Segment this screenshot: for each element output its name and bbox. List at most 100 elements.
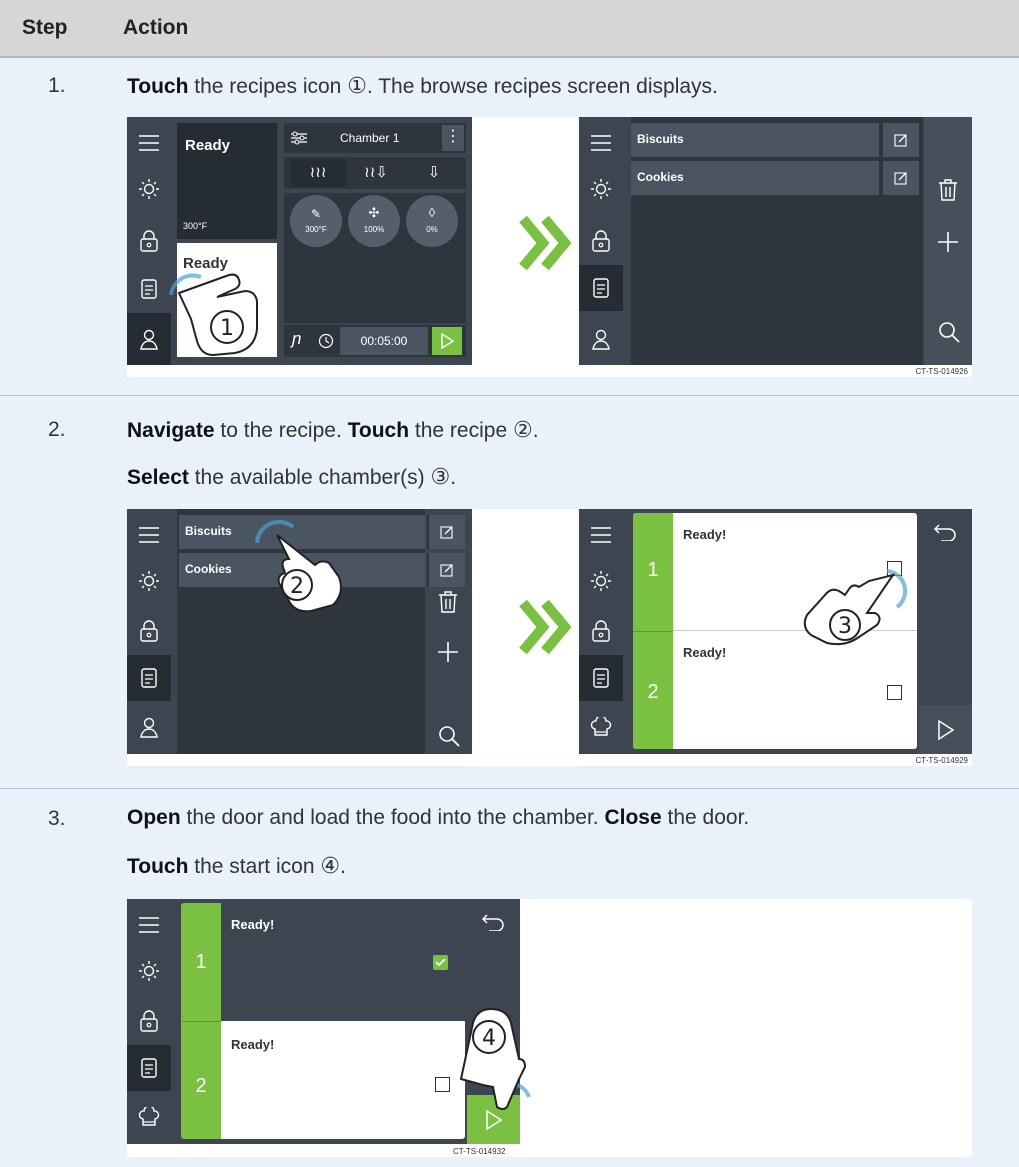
action-bar — [924, 117, 972, 365]
lock-icon[interactable] — [579, 219, 623, 263]
lock-icon[interactable] — [579, 609, 623, 653]
action-bar — [919, 509, 972, 754]
thermometer-icon: ✎ — [310, 207, 322, 221]
brightness-icon[interactable] — [579, 559, 623, 603]
start-button[interactable] — [919, 705, 972, 754]
chamber-header[interactable]: Chamber 1 ⋮ — [284, 123, 466, 153]
callout-reference: ② — [512, 417, 533, 442]
brightness-icon[interactable] — [127, 559, 171, 603]
chamber-row-selected[interactable]: Ready! — [221, 903, 465, 1021]
edit-icon[interactable] — [427, 553, 465, 587]
combi-mode-icon[interactable]: ≀≀⇩ — [348, 159, 404, 187]
user-icon[interactable] — [579, 317, 623, 361]
menu-icon[interactable] — [127, 903, 171, 947]
recipe-name: Cookies — [637, 170, 684, 184]
dial-temp-value: 300°F — [305, 225, 327, 234]
instruction-keyword: Open — [127, 806, 181, 829]
user-icon[interactable] — [127, 313, 171, 365]
row-divider — [0, 788, 1019, 789]
step-number: 1. — [48, 74, 66, 97]
chamber-status: Ready! — [231, 1037, 275, 1052]
instruction-text: the door and load the food into the cham… — [180, 806, 605, 829]
search-icon[interactable] — [938, 321, 960, 343]
recipes-icon[interactable] — [127, 267, 171, 311]
chamber-row[interactable]: Ready! — [221, 1021, 465, 1139]
recipes-icon[interactable] — [579, 265, 623, 311]
chamber-checkbox-checked[interactable] — [433, 955, 448, 970]
sidebar — [127, 117, 171, 365]
edit-icon[interactable] — [427, 515, 465, 549]
step-number: 3. — [48, 807, 66, 830]
recipe-row[interactable]: Cookies — [631, 161, 879, 195]
recipes-icon[interactable] — [579, 655, 623, 701]
instruction-text: the recipe — [409, 419, 513, 442]
steam-mode-icon[interactable]: ⇩ — [406, 159, 462, 187]
convection-mode-icon[interactable]: ≀≀≀ — [290, 159, 346, 187]
chef-hat-icon[interactable] — [127, 1095, 171, 1139]
callout-3: 3 — [838, 614, 852, 639]
recipes-icon[interactable] — [127, 1045, 171, 1091]
fan-icon: ✣ — [368, 205, 380, 220]
chamber-checkbox[interactable] — [887, 685, 902, 700]
lock-icon[interactable] — [127, 609, 171, 653]
trash-icon[interactable] — [938, 179, 958, 201]
sidebar — [579, 509, 623, 754]
trash-icon[interactable] — [438, 591, 458, 613]
step-3-figure: 1 2 Ready! Ready! 4 CT-TS-014932 — [127, 899, 972, 1157]
add-icon[interactable] — [937, 231, 959, 253]
clock-icon — [318, 333, 334, 349]
recipe-row[interactable]: Biscuits — [631, 123, 879, 157]
instruction-text: to the recipe. — [214, 419, 348, 442]
dials-area: ✎ 300°F ✣ 100% ◊ 0% — [284, 193, 466, 323]
recipe-name: Cookies — [185, 562, 232, 576]
menu-icon[interactable] — [127, 121, 171, 165]
step-instruction: Touch the recipes icon ①. The browse rec… — [127, 73, 718, 99]
chef-hat-icon[interactable] — [579, 705, 623, 749]
recipes-icon[interactable] — [127, 655, 171, 701]
sidebar — [127, 899, 171, 1144]
chamber-panel: 1 2 Ready! Ready! — [181, 903, 465, 1139]
menu-icon[interactable] — [127, 513, 171, 557]
callout-1: 1 — [220, 316, 234, 341]
chamber-checkbox[interactable] — [435, 1077, 450, 1092]
user-icon[interactable] — [127, 705, 171, 749]
search-icon[interactable] — [438, 725, 460, 747]
more-menu-icon[interactable]: ⋮ — [442, 125, 464, 151]
step-1-figure: Ready 300°F Ready Chamber 1 ⋮ ≀≀≀ ≀≀⇩ ⇩ … — [127, 117, 972, 377]
menu-icon[interactable] — [579, 121, 623, 165]
play-icon — [441, 333, 454, 349]
probe-icon[interactable]: ɲ — [292, 329, 301, 349]
mode-tabs: ≀≀≀ ≀≀⇩ ⇩ — [284, 157, 466, 189]
edit-icon[interactable] — [881, 123, 919, 157]
start-button[interactable] — [432, 327, 462, 355]
instruction-text: the start icon — [188, 855, 321, 878]
status-ready: Ready — [185, 137, 231, 154]
edit-icon[interactable] — [881, 161, 919, 195]
pointing-hand-icon: 2 — [255, 519, 342, 613]
brightness-icon[interactable] — [579, 167, 623, 211]
add-icon[interactable] — [437, 641, 459, 663]
lock-icon[interactable] — [127, 999, 171, 1043]
status-tile-top[interactable]: Ready 300°F — [177, 123, 277, 239]
checkmark-icon — [435, 958, 446, 967]
dial-humidity-value: 0% — [426, 225, 438, 234]
back-arrow-icon[interactable] — [481, 913, 505, 931]
sidebar — [127, 509, 171, 754]
humidity-dial[interactable]: ◊ 0% — [406, 195, 458, 247]
menu-icon[interactable] — [579, 513, 623, 557]
brightness-icon[interactable] — [127, 167, 171, 211]
double-chevron-arrow-icon — [519, 215, 572, 271]
figure-code: CT-TS-014932 — [453, 1147, 506, 1156]
temperature-dial[interactable]: ✎ 300°F — [290, 195, 342, 247]
pointing-hand-icon: 4 — [459, 1007, 531, 1110]
instruction-keyword: Touch — [127, 855, 189, 878]
instruction-text: the recipes icon — [188, 75, 348, 98]
brightness-icon[interactable] — [127, 949, 171, 993]
back-arrow-icon[interactable] — [933, 523, 957, 541]
fan-dial[interactable]: ✣ 100% — [348, 195, 400, 247]
step-instruction: Open the door and load the food into the… — [127, 806, 749, 830]
timer-value: 00:05:00 — [360, 334, 408, 348]
lock-icon[interactable] — [127, 219, 171, 263]
recipe-list: Biscuits Cookies — [631, 117, 923, 365]
timer-display[interactable]: 00:05:00 — [340, 327, 428, 355]
